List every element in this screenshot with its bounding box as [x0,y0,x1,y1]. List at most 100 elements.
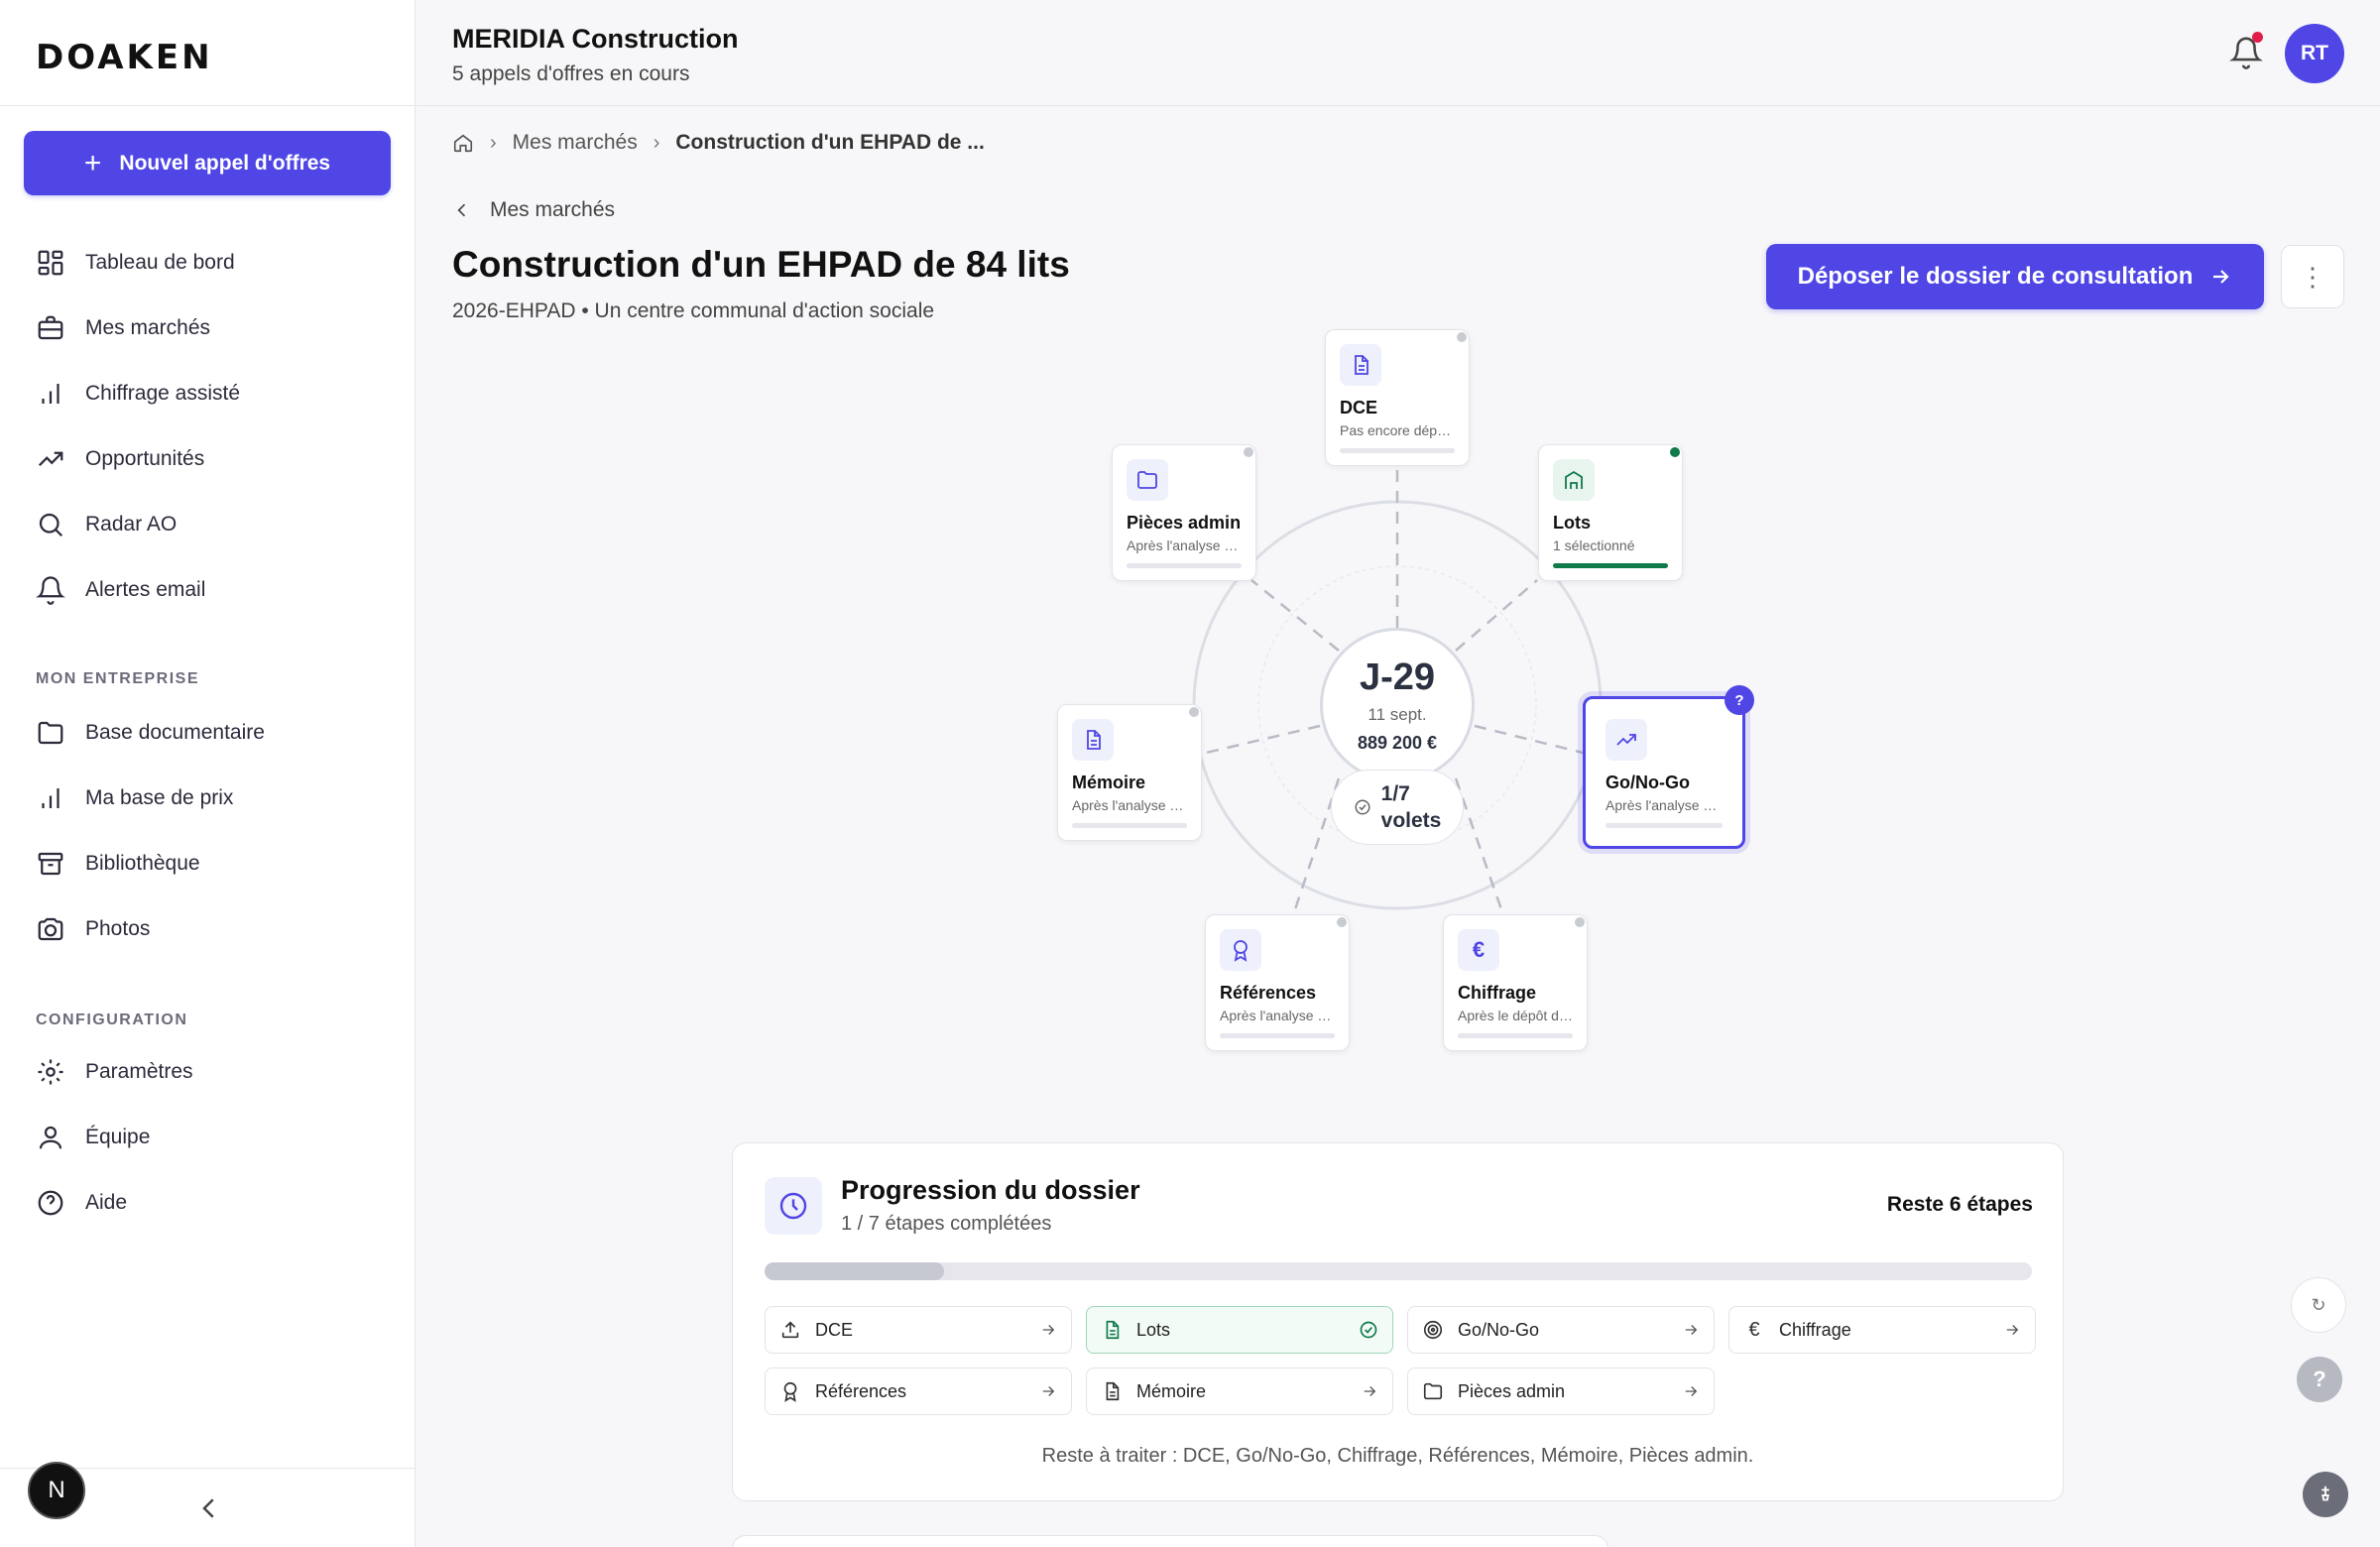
sidebar-item-label: Équipe [85,1126,151,1148]
sidebar-item-photos[interactable]: Photos [0,896,416,962]
status-dot [1244,447,1253,457]
countdown-hub: J-29 11 sept. 889 200 € [1320,628,1475,782]
new-tender-label: Nouvel appel d'offres [119,151,331,175]
sidebar-item-markets[interactable]: Mes marchés [0,296,416,361]
progress-bar-fill [765,1262,945,1280]
sidebar-item-price-base[interactable]: Ma base de prix [0,766,416,831]
help-badge[interactable]: ? [1725,685,1754,715]
award-icon [1220,929,1261,971]
chevron-right-icon: › [653,131,660,154]
step-memoire[interactable]: Mémoire [1086,1368,1393,1415]
card-progress [1458,1033,1573,1038]
card-title: Lots [1553,513,1591,533]
next-section-card [732,1535,1608,1547]
status-dot [1337,917,1347,927]
step-label: Chiffrage [1779,1319,1851,1340]
card-status: 1 sélectionné [1553,537,1635,553]
step-card-pieces-admin[interactable]: Pièces admin Après l'analyse du DCE [1112,444,1256,581]
card-title: Chiffrage [1458,983,1537,1003]
status-dot [1189,707,1199,717]
back-link-label: Mes marchés [490,198,616,221]
step-card-lots[interactable]: Lots 1 sélectionné [1538,444,1683,581]
company-name: MERIDIA Construction [452,24,739,54]
arrow-right-icon [1042,1325,1055,1335]
sidebar-item-help[interactable]: Aide [0,1170,416,1236]
card-progress [1220,1033,1335,1038]
dev-badge[interactable]: N [28,1462,85,1519]
step-chiffrage[interactable]: € Chiffrage [1728,1306,2036,1354]
step-list: DCE Lots Go/No-Go € Chiffrage Références… [765,1306,2044,1415]
step-card-chiffrage[interactable]: € Chiffrage Après le dépôt du DCE [1443,914,1588,1051]
chevron-left-icon [457,203,466,217]
step-dce[interactable]: DCE [765,1306,1072,1354]
step-card-go-no-go[interactable]: ? Go/No-Go Après l'analyse du DCE [1583,685,1754,849]
home-icon[interactable] [452,132,474,154]
refresh-button[interactable]: ↻ [2291,1277,2346,1333]
more-options-button[interactable]: ⋮ [2281,245,2344,308]
document-icon [1072,719,1114,761]
status-dot [1670,447,1680,457]
sidebar-item-settings[interactable]: Paramètres [0,1039,416,1105]
collapse-sidebar-icon[interactable] [194,1493,224,1523]
app-logo[interactable]: DOAKEN [36,38,213,77]
breadcrumb: › Mes marchés › Construction d'un EHPAD … [452,131,985,155]
deposit-dossier-button[interactable]: Déposer le dossier de consultation [1766,244,2264,309]
step-card-dce[interactable]: DCE Pas encore déposé [1325,329,1470,466]
search-icon [39,513,63,537]
progress-card: Progression du dossier 1 / 7 étapes comp… [732,1142,2064,1501]
progress-title: Progression du dossier [841,1175,1140,1205]
bar-chart-icon [42,788,60,808]
pin-icon [2321,1486,2329,1501]
breadcrumb-current: Construction d'un EHPAD de ... [675,131,985,154]
folder-icon [38,721,63,745]
step-lots[interactable]: Lots [1086,1306,1393,1354]
new-tender-button[interactable]: + Nouvel appel d'offres [24,131,391,195]
notification-dot [2252,32,2263,43]
volets-label: volets [1380,809,1442,832]
remaining-steps-text: Reste à traiter : DCE, Go/No-Go, Chiffra… [1041,1445,1754,1467]
arrow-right-icon [1685,1386,1698,1396]
archive-icon [38,852,63,876]
step-pieces-admin[interactable]: Pièces admin [1407,1368,1715,1415]
step-card-memoire[interactable]: Mémoire Après l'analyse du DCE [1057,704,1202,841]
avatar[interactable]: RT [2285,24,2344,83]
sidebar-item-pricing[interactable]: Chiffrage assisté [0,361,416,426]
step-label: Lots [1136,1319,1171,1340]
sidebar-item-team[interactable]: Équipe [0,1105,416,1170]
assistant-button[interactable] [2303,1472,2348,1517]
step-label: DCE [815,1319,854,1340]
help-button[interactable]: ? [2297,1357,2342,1402]
sidebar-item-label: Opportunités [85,447,205,470]
page-subtitle: 2026-EHPAD • Un centre communal d'action… [452,299,935,322]
sidebar-item-dashboard[interactable]: Tableau de bord [0,230,416,296]
company-subtitle: 5 appels d'offres en cours [452,62,690,85]
sidebar-item-radar[interactable]: Radar AO [0,492,416,557]
card-title: Go/No-Go [1606,773,1690,792]
step-card-references[interactable]: Références Après l'analyse du DCE [1205,914,1350,1051]
gear-icon [38,1059,63,1085]
back-link[interactable]: Mes marchés [452,198,615,222]
sidebar-item-documents[interactable]: Base documentaire [0,700,416,766]
progress-subtitle: 1 / 7 étapes complétées [841,1213,1052,1235]
company-nav: Base documentaire Ma base de prix Biblio… [0,700,416,962]
step-go-no-go[interactable]: Go/No-Go [1407,1306,1715,1354]
user-icon [39,1126,62,1149]
sidebar-item-opportunities[interactable]: Opportunités [0,426,416,492]
card-status: Après l'analyse du DCE [1220,1008,1335,1023]
sidebar: DOAKEN + Nouvel appel d'offres Tableau d… [0,0,416,1547]
bell-icon [36,576,65,605]
deadline-date: 11 sept. [1368,705,1427,724]
sidebar-item-label: Alertes email [85,578,206,601]
arrow-right-icon [1364,1386,1376,1396]
step-label: Mémoire [1136,1380,1207,1401]
config-nav: Paramètres Équipe Aide [0,1039,416,1236]
card-progress [1340,448,1455,453]
sidebar-item-library[interactable]: Bibliothèque [0,831,416,896]
briefcase-icon [38,315,63,340]
breadcrumb-link[interactable]: Mes marchés [513,131,638,155]
document-icon [1106,1381,1120,1401]
sidebar-item-label: Tableau de bord [85,251,235,274]
progress-bar [765,1262,2032,1280]
sidebar-item-alerts[interactable]: Alertes email [0,557,416,623]
step-references[interactable]: Références [765,1368,1072,1415]
